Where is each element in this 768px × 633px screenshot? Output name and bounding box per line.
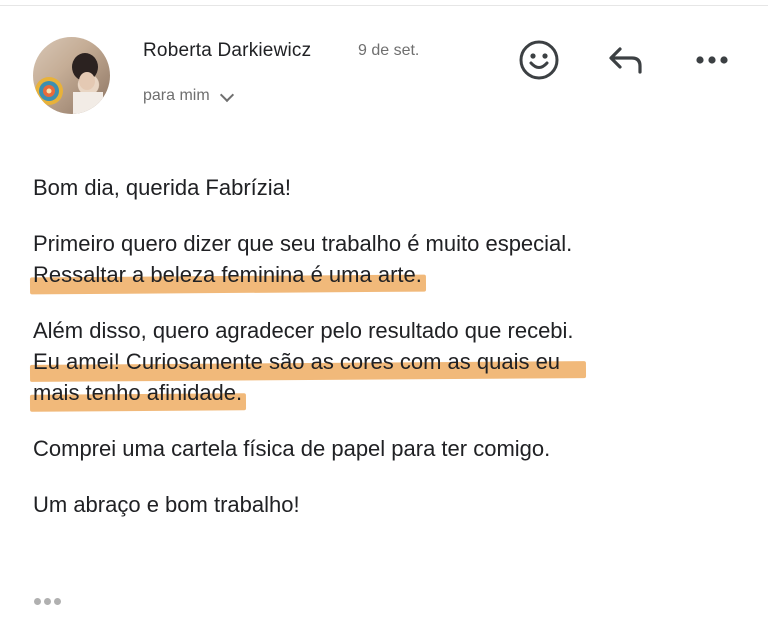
highlighted-text: Ressaltar a beleza feminina é uma arte. <box>33 262 422 287</box>
reply-arrow-icon <box>609 47 642 74</box>
top-divider <box>0 5 768 6</box>
recipient-toggle[interactable]: para mim <box>143 87 234 105</box>
smiley-icon <box>519 40 559 80</box>
sender-name: Roberta Darkiewicz <box>143 40 312 61</box>
more-options-button[interactable] <box>692 48 732 72</box>
closing-paragraph: Um abraço e bom trabalho! <box>33 489 733 520</box>
highlighted-text: mais tenho afinidade. <box>33 380 243 405</box>
message-body: Bom dia, querida Fabrízia! Primeiro quer… <box>33 172 733 545</box>
more-horizontal-icon <box>696 56 728 64</box>
chevron-down-icon <box>219 87 234 103</box>
add-reaction-button[interactable] <box>517 38 561 82</box>
paragraph-1: Primeiro quero dizer que seu trabalho é … <box>33 228 733 290</box>
paragraph-2: Além disso, quero agradecer pelo resulta… <box>33 315 733 408</box>
show-trimmed-content-button[interactable] <box>34 598 61 605</box>
greeting-text: Bom dia, querida Fabrízia! <box>33 175 292 200</box>
paragraph-2-line-1: Além disso, quero agradecer pelo resulta… <box>33 318 574 343</box>
message-date: 9 de set. <box>358 42 420 59</box>
ellipsis-dot <box>44 598 51 605</box>
paragraph-1-line-1: Primeiro quero dizer que seu trabalho é … <box>33 231 573 256</box>
recipient-label: para mim <box>143 87 210 104</box>
avatar-photo-icon <box>35 53 103 114</box>
paragraph-3: Comprei uma cartela física de papel para… <box>33 433 733 464</box>
closing-text: Um abraço e bom trabalho! <box>33 492 300 517</box>
reply-button[interactable] <box>605 42 647 78</box>
sender-avatar[interactable] <box>33 37 110 114</box>
ellipsis-dot <box>54 598 61 605</box>
greeting-paragraph: Bom dia, querida Fabrízia! <box>33 172 733 203</box>
highlighted-text: Eu amei! Curiosamente são as cores com a… <box>33 349 561 374</box>
paragraph-3-text: Comprei uma cartela física de papel para… <box>33 436 551 461</box>
ellipsis-dot <box>34 598 41 605</box>
